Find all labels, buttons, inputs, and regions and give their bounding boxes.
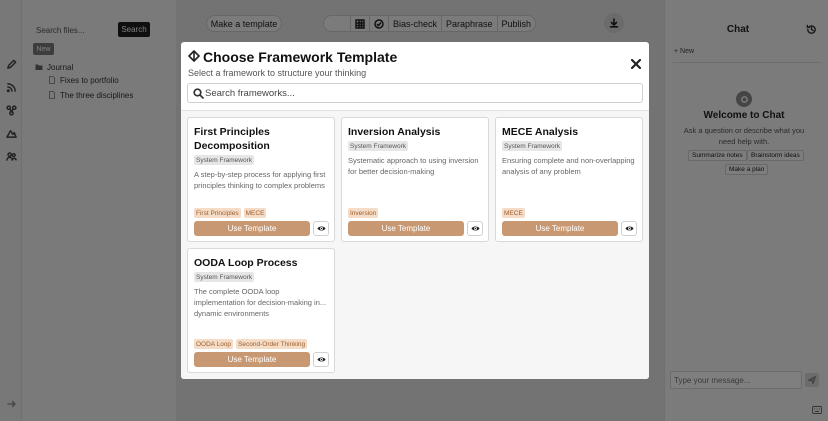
template-card: MECE Analysis System Framework Ensuring … [495,117,643,242]
use-template-button[interactable]: Use Template [194,352,310,367]
template-card-tags: First Principles MECE [194,208,267,218]
template-card: OODA Loop Process System Framework The c… [187,248,335,373]
framework-search-box [187,83,643,103]
template-tag: MECE [243,208,267,218]
preview-eye-icon[interactable] [313,352,329,367]
template-card-tags: Inversion [348,208,379,218]
modal-subtitle: Select a framework to structure your thi… [188,68,367,78]
template-tag: MECE [502,208,525,218]
framework-template-modal: Choose Framework Template Select a frame… [181,42,649,379]
template-card-tags: MECE [502,208,525,218]
preview-eye-icon[interactable] [621,221,637,236]
template-tag: OODA Loop [194,339,234,349]
template-card-description: A step-by-step process for applying firs… [194,170,326,190]
template-card-description: The complete OODA loop implementation fo… [194,287,327,318]
template-card-description: Ensuring complete and non-overlapping an… [502,156,635,176]
template-card-badge: System Framework [502,141,562,151]
template-card-title: OODA Loop Process [194,257,298,269]
framework-search-input[interactable] [205,86,635,100]
template-tag: Inversion [348,208,379,218]
template-card-tags: OODA Loop Second-Order Thinking [194,339,308,349]
use-template-button[interactable]: Use Template [348,221,464,236]
template-tag: Second-Order Thinking [236,339,308,349]
template-card-title: Inversion Analysis [348,126,441,138]
search-icon [193,88,204,99]
template-card-title: First Principles Decomposition [194,126,270,152]
use-template-button[interactable]: Use Template [502,221,618,236]
template-grid: First Principles Decomposition System Fr… [181,110,649,379]
modal-header: Choose Framework Template Select a frame… [181,42,649,110]
template-card-title: MECE Analysis [502,126,579,138]
template-card: Inversion Analysis System Framework Syst… [341,117,489,242]
preview-eye-icon[interactable] [313,221,329,236]
template-card-badge: System Framework [194,155,254,165]
template-card-description: Systematic approach to using inversion f… [348,156,479,176]
use-template-button[interactable]: Use Template [194,221,310,236]
template-card: First Principles Decomposition System Fr… [187,117,335,242]
template-card-badge: System Framework [348,141,408,151]
framework-diamond-icon [188,50,200,62]
template-tag: First Principles [194,208,241,218]
template-card-badge: System Framework [194,272,254,282]
close-icon[interactable] [629,57,643,71]
modal-title: Choose Framework Template [203,49,398,65]
preview-eye-icon[interactable] [467,221,483,236]
